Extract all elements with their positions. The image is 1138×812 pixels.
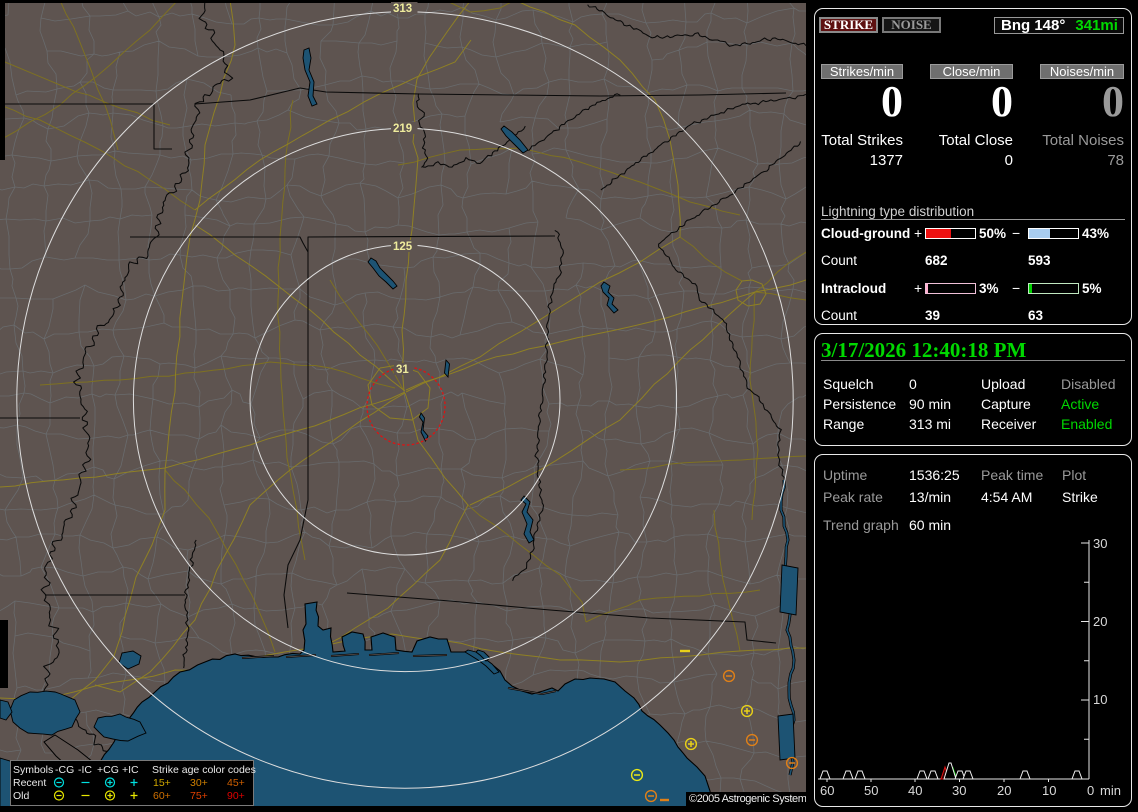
svg-text:20: 20 (1093, 614, 1107, 629)
svg-text:30: 30 (1093, 536, 1107, 551)
svg-text:10: 10 (1042, 783, 1056, 798)
svg-text:219: 219 (393, 123, 412, 135)
svg-text:31: 31 (396, 364, 409, 376)
svg-text:0: 0 (1087, 783, 1094, 798)
svg-text:125: 125 (393, 241, 413, 253)
svg-text:40: 40 (908, 783, 922, 798)
svg-text:min: min (1100, 783, 1121, 798)
svg-text:30: 30 (952, 783, 966, 798)
svg-text:20: 20 (997, 783, 1011, 798)
svg-text:50: 50 (864, 783, 878, 798)
svg-text:10: 10 (1093, 692, 1107, 707)
svg-text:60: 60 (820, 783, 834, 798)
svg-text:313: 313 (393, 3, 412, 15)
